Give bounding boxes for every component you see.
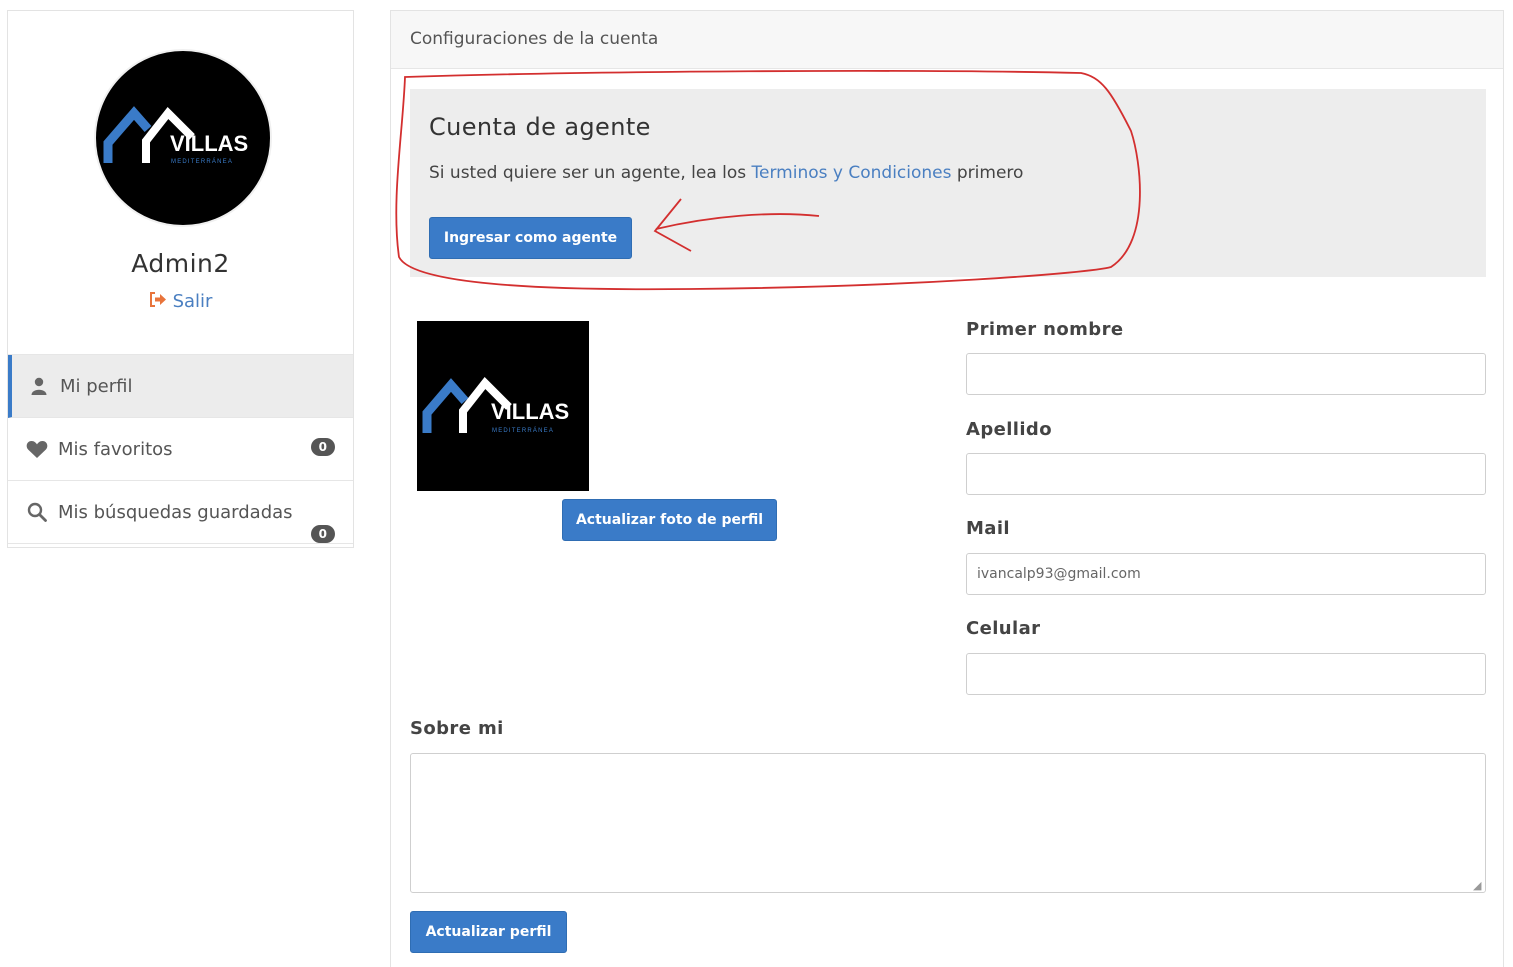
agent-text-start: Si usted quiere ser un agente, lea los: [429, 163, 752, 183]
villas-logo: VILLAS MEDITERRÁNEA: [103, 106, 248, 165]
agent-text-end: primero: [951, 163, 1024, 183]
agent-description: Si usted quiere ser un agente, lea los T…: [429, 163, 1467, 183]
profile-photo: VILLAS MEDITERRÁNEA: [417, 321, 589, 491]
last-name-field[interactable]: [966, 453, 1486, 495]
profile-box: VILLAS MEDITERRÁNEA Admin2 Salir: [8, 11, 353, 355]
account-settings-panel: Configuraciones de la cuenta Cuenta de a…: [390, 10, 1504, 967]
logo-text: VILLAS: [491, 399, 569, 424]
logo-subtext: MEDITERRÁNEA: [492, 427, 554, 434]
sidebar-item-label: Mis búsquedas guardadas: [58, 501, 293, 523]
favorites-count-badge: 0: [310, 438, 335, 456]
first-name-field[interactable]: [966, 353, 1486, 395]
first-name-label: Primer nombre: [966, 319, 1124, 340]
become-agent-button[interactable]: Ingresar como agente: [429, 217, 632, 259]
logo-subtext: MEDITERRÁNEA: [171, 158, 233, 165]
avatar: VILLAS MEDITERRÁNEA: [94, 49, 272, 227]
sidebar-item-mis-busquedas-guardadas[interactable]: Mis búsquedas guardadas 0: [8, 481, 353, 544]
logout-link[interactable]: Salir: [8, 291, 353, 312]
panel-title: Configuraciones de la cuenta: [391, 11, 1503, 69]
username: Admin2: [131, 249, 230, 278]
sidebar-item-mis-favoritos[interactable]: Mis favoritos 0: [8, 418, 353, 481]
sidebar-item-label: Mi perfil: [60, 375, 133, 397]
email-field[interactable]: [966, 553, 1486, 595]
agent-account-box: Cuenta de agente Si usted quiere ser un …: [410, 89, 1486, 277]
sidebar: VILLAS MEDITERRÁNEA Admin2 Salir Mi perf…: [7, 10, 354, 548]
phone-field[interactable]: [966, 653, 1486, 695]
user-icon: [28, 377, 50, 395]
about-textarea[interactable]: [410, 753, 1486, 893]
resize-grip-icon[interactable]: ◢: [1473, 879, 1481, 892]
search-icon: [26, 502, 48, 522]
sidebar-item-mi-perfil[interactable]: Mi perfil: [8, 355, 353, 418]
mail-label: Mail: [966, 518, 1010, 539]
sidebar-item-label: Mis favoritos: [58, 438, 173, 460]
last-name-label: Apellido: [966, 419, 1052, 440]
saved-searches-count-badge: 0: [310, 525, 335, 543]
about-label: Sobre mi: [410, 718, 504, 739]
update-profile-button[interactable]: Actualizar perfil: [410, 911, 567, 953]
agent-title: Cuenta de agente: [429, 113, 651, 141]
villas-logo: VILLAS MEDITERRÁNEA: [422, 376, 569, 434]
logout-label: Salir: [172, 291, 213, 312]
update-photo-button[interactable]: Actualizar foto de perfil: [562, 499, 777, 541]
phone-label: Celular: [966, 618, 1041, 639]
heart-icon: [26, 440, 48, 459]
logo-text: VILLAS: [170, 131, 248, 156]
terms-link[interactable]: Terminos y Condiciones: [752, 163, 952, 183]
sign-out-icon: [149, 292, 167, 312]
